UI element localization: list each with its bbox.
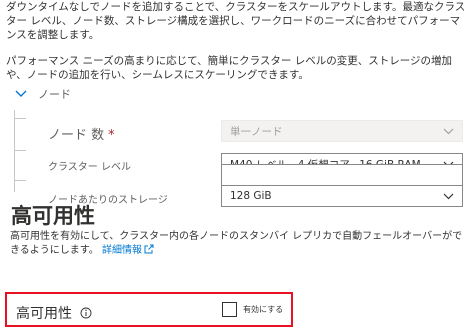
nodes-section-title: ノード bbox=[38, 88, 71, 101]
learn-more-link-text: 詳細情報 bbox=[102, 245, 142, 256]
intro-paragraph-1: ダウンタイムなしでノードを追加することで、クラスターをスケールアウトします。最適… bbox=[6, 1, 466, 41]
tree-branch bbox=[14, 118, 26, 119]
tree-branch bbox=[14, 180, 26, 181]
node-count-value: 単一ノード bbox=[230, 125, 283, 138]
node-count-label-text: ノード 数 bbox=[48, 128, 105, 143]
node-count-dropdown[interactable]: 単一ノード bbox=[221, 120, 463, 142]
external-link-icon bbox=[144, 244, 154, 254]
nodes-section-toggle[interactable]: ノード bbox=[14, 86, 71, 102]
learn-more-link[interactable]: 詳細情報 bbox=[102, 244, 154, 256]
required-marker: * bbox=[108, 128, 115, 143]
info-icon[interactable] bbox=[80, 307, 92, 319]
enable-checkbox-label[interactable]: 有効にする bbox=[243, 304, 283, 315]
node-count-label: ノード 数 * bbox=[48, 124, 115, 143]
high-availability-description-text: 高可用性を有効にして、クラスター内の各ノードのスタンバイ レプリカで自動フェール… bbox=[10, 231, 463, 256]
high-availability-description: 高可用性を有効にして、クラスター内の各ノードのスタンバイ レプリカで自動フェール… bbox=[10, 230, 465, 258]
chevron-down-icon bbox=[443, 128, 454, 134]
high-availability-field-label-text: 高可用性 bbox=[16, 306, 72, 322]
chevron-down-icon bbox=[443, 193, 454, 199]
chevron-down-icon bbox=[15, 90, 27, 97]
enable-high-availability-checkbox[interactable] bbox=[222, 302, 237, 317]
high-availability-field-label: 高可用性 bbox=[16, 303, 92, 323]
intro-text: ダウンタイムなしでノードを追加することで、クラスターをスケールアウトします。最適… bbox=[6, 0, 468, 94]
intro-paragraph-2: パフォーマンス ニーズの高まりに応じて、簡単にクラスター レベルの変更、ストレー… bbox=[6, 55, 452, 81]
cluster-tier-label: クラスター レベル bbox=[48, 162, 131, 173]
high-availability-heading: 高可用性 bbox=[11, 204, 95, 228]
storage-dropdown-placeholder bbox=[221, 164, 463, 186]
tree-branch bbox=[14, 150, 26, 151]
storage-dropdown[interactable]: 128 GiB bbox=[221, 185, 463, 207]
storage-value: 128 GiB bbox=[230, 190, 272, 202]
